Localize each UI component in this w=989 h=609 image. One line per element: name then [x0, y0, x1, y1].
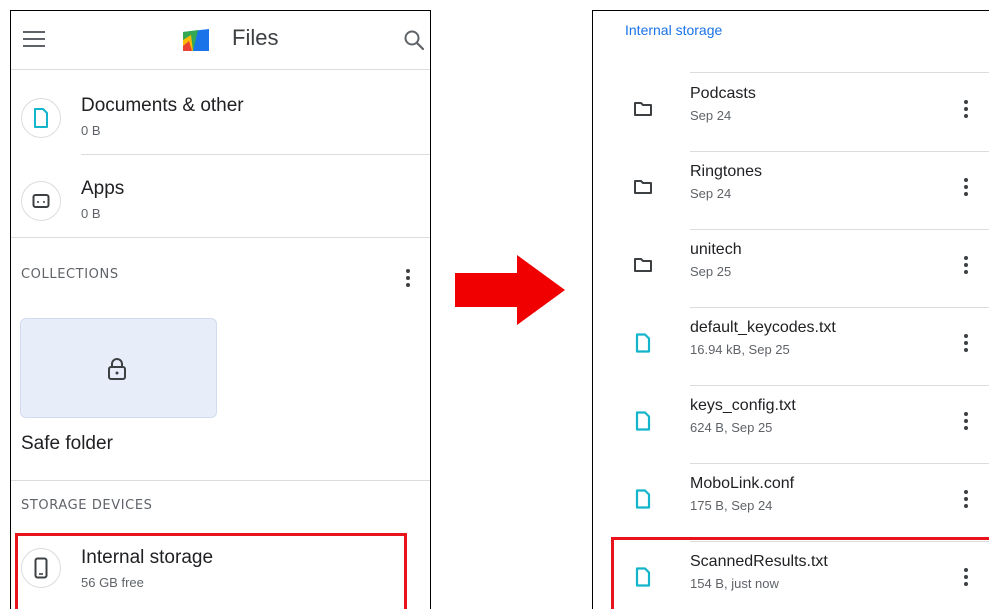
file-list-item[interactable]: keys_config.txt 624 B, Sep 25	[593, 384, 989, 460]
internal-storage-free: 56 GB free	[81, 575, 144, 590]
storage-devices-heading: STORAGE DEVICES	[21, 498, 153, 513]
internal-storage-screen: Internal storage Podcasts Sep 24 Ringtones…	[592, 10, 989, 609]
file-meta: 16.94 kB, Sep 25	[690, 342, 790, 357]
file-list-item[interactable]: unitech Sep 25	[593, 228, 989, 304]
app-title: Files	[232, 25, 279, 50]
file-list-item[interactable]: Ringtones Sep 24	[593, 150, 989, 226]
folder-icon	[634, 258, 652, 272]
category-size: 0 B	[81, 206, 101, 221]
category-apps[interactable]: Apps 0 B	[11, 168, 430, 248]
file-name: Ringtones	[690, 163, 763, 180]
document-icon	[635, 411, 651, 431]
menu-icon[interactable]	[23, 31, 45, 47]
collections-heading: COLLECTIONS	[21, 267, 119, 282]
file-meta: 175 B, Sep 24	[690, 498, 773, 513]
file-name: default_keycodes.txt	[690, 319, 836, 336]
file-list-item[interactable]: MoboLink.conf 175 B, Sep 24	[593, 462, 989, 538]
row-divider	[81, 154, 430, 155]
file-name: ScannedResults.txt	[690, 553, 828, 570]
more-options-icon[interactable]	[962, 175, 970, 199]
safe-folder-label: Safe folder	[21, 433, 113, 454]
top-app-bar: Files	[11, 11, 430, 69]
top-bar-divider	[11, 69, 430, 70]
tutorial-composite: Files Documents & other 0 B Apps 0 B COL…	[0, 0, 989, 609]
files-home-screen: Files Documents & other 0 B Apps 0 B COL…	[10, 10, 431, 609]
document-icon	[635, 567, 651, 587]
more-options-icon[interactable]	[962, 253, 970, 277]
internal-storage-title: Internal storage	[81, 547, 214, 568]
file-meta: Sep 24	[690, 108, 732, 123]
file-list-item[interactable]: default_keycodes.txt 16.94 kB, Sep 25	[593, 306, 989, 382]
file-list-item[interactable]: Podcasts Sep 24	[593, 72, 989, 148]
files-logo-icon	[183, 29, 209, 51]
category-title: Apps	[81, 178, 125, 199]
row-divider	[11, 237, 430, 238]
file-name: unitech	[690, 241, 742, 258]
file-meta: 154 B, just now	[690, 576, 779, 591]
folder-icon	[634, 102, 652, 116]
category-documents[interactable]: Documents & other 0 B	[11, 85, 430, 165]
section-divider	[11, 480, 430, 481]
category-size: 0 B	[81, 123, 101, 138]
search-icon[interactable]	[402, 28, 426, 52]
more-options-icon[interactable]	[962, 565, 970, 589]
more-options-icon[interactable]	[962, 331, 970, 355]
file-meta: Sep 24	[690, 186, 732, 201]
lock-icon	[108, 358, 126, 380]
file-name: Podcasts	[690, 85, 756, 102]
document-icon	[21, 98, 61, 138]
file-name: keys_config.txt	[690, 397, 796, 414]
document-icon	[635, 489, 651, 509]
breadcrumb-internal-storage[interactable]: Internal storage	[625, 22, 722, 38]
more-options-icon[interactable]	[962, 409, 970, 433]
apps-icon	[21, 181, 61, 221]
folder-icon	[634, 180, 652, 194]
file-meta: Sep 25	[690, 264, 732, 279]
arrow-right-icon	[455, 255, 565, 325]
document-icon	[635, 333, 651, 353]
internal-storage-item[interactable]: Internal storage 56 GB free	[11, 531, 430, 609]
file-list-item[interactable]: ScannedResults.txt 154 B, just now	[593, 540, 989, 609]
phone-icon	[21, 548, 61, 588]
file-meta: 624 B, Sep 25	[690, 420, 773, 435]
safe-folder-card[interactable]	[20, 318, 217, 418]
file-name: MoboLink.conf	[690, 475, 795, 492]
more-options-icon[interactable]	[962, 97, 970, 121]
category-title: Documents & other	[81, 95, 244, 116]
more-options-icon[interactable]	[962, 487, 970, 511]
collections-more-icon[interactable]	[404, 266, 412, 290]
